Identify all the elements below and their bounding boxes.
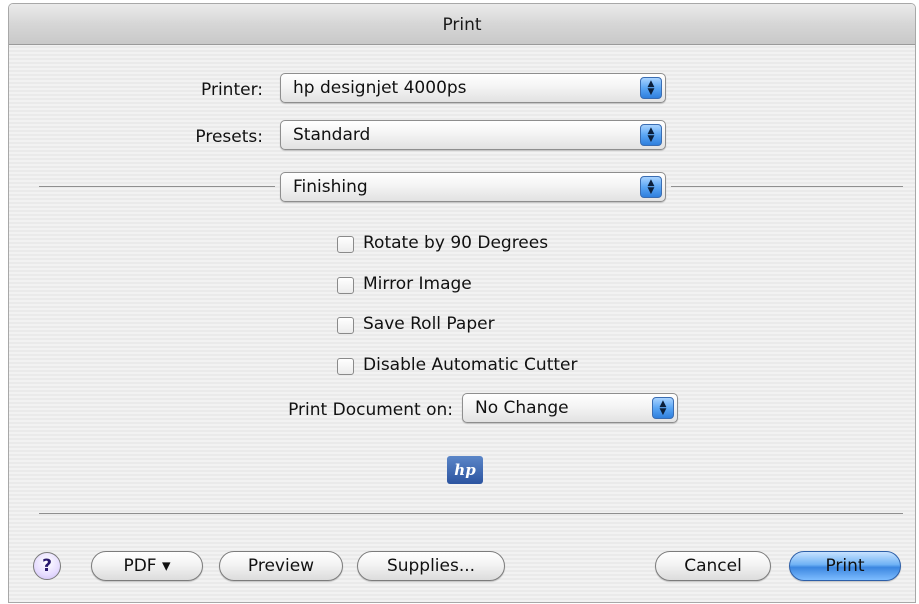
presets-label: Presets: [195,127,263,147]
save-roll-checkbox[interactable] [337,317,354,334]
print-document-on-label: Print Document on: [288,400,453,420]
up-down-arrows-icon: ▲ ▼ [640,77,662,99]
print-button[interactable]: Print [789,551,901,581]
up-down-arrows-icon: ▲ ▼ [652,397,674,419]
presets-popup[interactable]: Standard ▲ ▼ [280,120,666,150]
up-down-arrows-icon: ▲ ▼ [640,124,662,146]
print-document-on-value: No Change [475,398,569,418]
disable-cutter-checkbox[interactable] [337,358,354,375]
separator-bottom [39,513,903,514]
pdf-button[interactable]: PDF ▾ [91,551,203,581]
print-document-on-popup[interactable]: No Change ▲ ▼ [462,393,678,423]
help-button[interactable]: ? [33,552,61,580]
rotate-checkbox[interactable] [337,236,354,253]
supplies-button[interactable]: Supplies... [357,551,505,581]
printer-popup[interactable]: hp designjet 4000ps ▲ ▼ [280,73,666,103]
save-roll-label: Save Roll Paper [363,314,495,334]
printer-value: hp designjet 4000ps [293,78,467,98]
mirror-label: Mirror Image [363,274,472,294]
cancel-button[interactable]: Cancel [655,551,771,581]
print-dialog: Print Printer: hp designjet 4000ps ▲ ▼ Pr… [8,3,916,603]
mirror-checkbox[interactable] [337,277,354,294]
separator-right [671,186,903,187]
presets-value: Standard [293,125,371,145]
printer-label: Printer: [201,80,263,100]
title-bar: Print [9,4,915,45]
rotate-label: Rotate by 90 Degrees [363,233,549,253]
window-title: Print [442,15,482,35]
panel-value: Finishing [293,177,368,197]
hp-logo-icon: hp [447,456,483,484]
disable-cutter-label: Disable Automatic Cutter [363,355,578,375]
panel-popup[interactable]: Finishing ▲ ▼ [280,172,666,202]
separator-left [39,186,275,187]
preview-button[interactable]: Preview [219,551,343,581]
up-down-arrows-icon: ▲ ▼ [640,176,662,198]
